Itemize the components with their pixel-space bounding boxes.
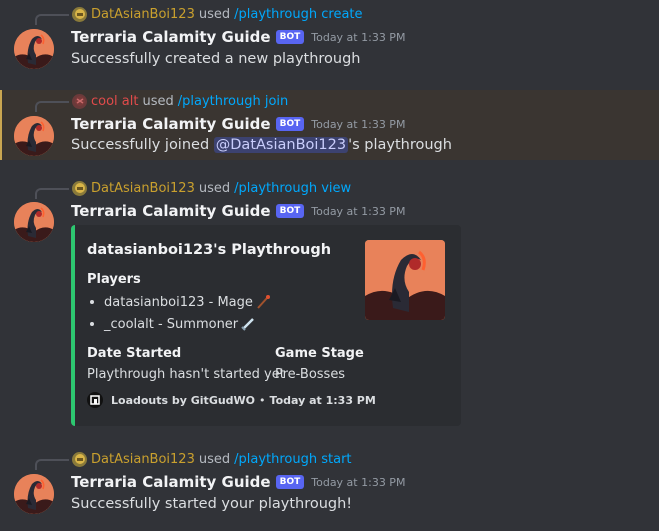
playthrough-embed: datasianboi123's Playthrough Players dat…: [71, 225, 461, 426]
reply-used-text: used: [198, 451, 231, 467]
timestamp: Today at 1:33 PM: [311, 117, 406, 131]
message-content: Successfully created a new playthrough: [71, 51, 361, 67]
reply-used-text: used: [198, 6, 231, 22]
reply-preview[interactable]: DatAsianBoi123 used /playthrough start: [72, 451, 352, 467]
bot-badge: BOT: [275, 204, 305, 218]
message-content: Successfully joined @DatAsianBoi123's pl…: [71, 137, 452, 153]
message-content: Successfully started your playthrough!: [71, 496, 353, 512]
player-item: _coolalt - Summoner: [90, 316, 256, 332]
timestamp: Today at 1:33 PM: [311, 204, 406, 218]
game-stage-value: Pre-Bosses: [275, 367, 346, 382]
bot-avatar[interactable]: [14, 29, 54, 69]
reply-used-text: used: [198, 180, 231, 196]
author-name[interactable]: Terraria Calamity Guide: [71, 28, 271, 46]
user-avatar-icon[interactable]: [72, 451, 87, 467]
message-2: cool alt used /playthrough join Terraria…: [0, 90, 659, 160]
bullet: [90, 300, 94, 304]
reply-command[interactable]: /playthrough join: [178, 94, 289, 109]
staff-icon: [257, 295, 270, 309]
player-text: _coolalt - Summoner: [104, 316, 239, 332]
footer-text: Loadouts by GitGudWO: [111, 393, 256, 407]
player-text: datasianboi123 - Mage: [104, 294, 253, 310]
reply-connector: [35, 459, 69, 470]
author-name[interactable]: Terraria Calamity Guide: [71, 473, 271, 491]
game-stage-label: Game Stage: [275, 346, 364, 361]
embed-title: datasianboi123's Playthrough: [87, 242, 332, 258]
date-started-value: Playthrough hasn't started yet: [87, 367, 285, 382]
timestamp: Today at 1:33 PM: [311, 475, 406, 489]
footer-time: Today at 1:33 PM: [269, 393, 376, 407]
bot-badge: BOT: [275, 117, 305, 131]
timestamp: Today at 1:33 PM: [311, 30, 406, 44]
message-4: DatAsianBoi123 used /playthrough start T…: [0, 447, 659, 531]
content-text: 's playthrough: [348, 137, 452, 153]
reply-connector: [35, 14, 69, 25]
reply-command[interactable]: /playthrough create: [234, 7, 362, 22]
bot-avatar[interactable]: [14, 474, 54, 514]
reply-username[interactable]: DatAsianBoi123: [91, 452, 195, 467]
embed-footer: Loadouts by GitGudWO • Today at 1:33 PM: [87, 392, 376, 408]
reply-connector: [35, 188, 69, 199]
reply-username[interactable]: DatAsianBoi123: [91, 181, 195, 196]
bot-badge: BOT: [275, 30, 305, 44]
calamity-avatar-icon: [365, 240, 445, 320]
player-item: datasianboi123 - Mage: [90, 294, 271, 310]
reply-username[interactable]: DatAsianBoi123: [91, 7, 195, 22]
reply-preview[interactable]: cool alt used /playthrough join: [72, 93, 288, 109]
reply-used-text: used: [142, 93, 174, 109]
user-avatar-icon[interactable]: [72, 180, 87, 196]
reply-username[interactable]: cool alt: [91, 94, 138, 109]
bullet: [90, 322, 94, 326]
bot-avatar[interactable]: [14, 116, 54, 156]
reply-preview[interactable]: DatAsianBoi123 used /playthrough create: [72, 6, 363, 22]
calamity-avatar-icon: [14, 202, 54, 242]
reply-connector: [35, 101, 69, 112]
author-name[interactable]: Terraria Calamity Guide: [71, 115, 271, 133]
bot-avatar[interactable]: [14, 202, 54, 242]
embed-thumbnail[interactable]: [365, 240, 445, 320]
reply-command[interactable]: /playthrough start: [234, 452, 351, 467]
reply-preview[interactable]: DatAsianBoi123 used /playthrough view: [72, 180, 351, 196]
players-label: Players: [87, 272, 141, 287]
user-avatar-icon[interactable]: [72, 6, 87, 22]
sword-icon: [241, 318, 255, 331]
reply-command[interactable]: /playthrough view: [234, 181, 351, 196]
user-avatar-icon[interactable]: [72, 93, 87, 109]
calamity-avatar-icon: [14, 29, 54, 69]
content-text: Successfully joined: [71, 137, 214, 153]
footer-separator: •: [259, 393, 266, 407]
gitgud-icon: [87, 392, 103, 408]
author-name[interactable]: Terraria Calamity Guide: [71, 202, 271, 220]
bot-badge: BOT: [275, 475, 305, 489]
message-1: DatAsianBoi123 used /playthrough create …: [0, 0, 659, 80]
calamity-avatar-icon: [14, 116, 54, 156]
date-started-label: Date Started: [87, 346, 182, 361]
calamity-avatar-icon: [14, 474, 54, 514]
user-mention[interactable]: @DatAsianBoi123: [213, 137, 349, 153]
